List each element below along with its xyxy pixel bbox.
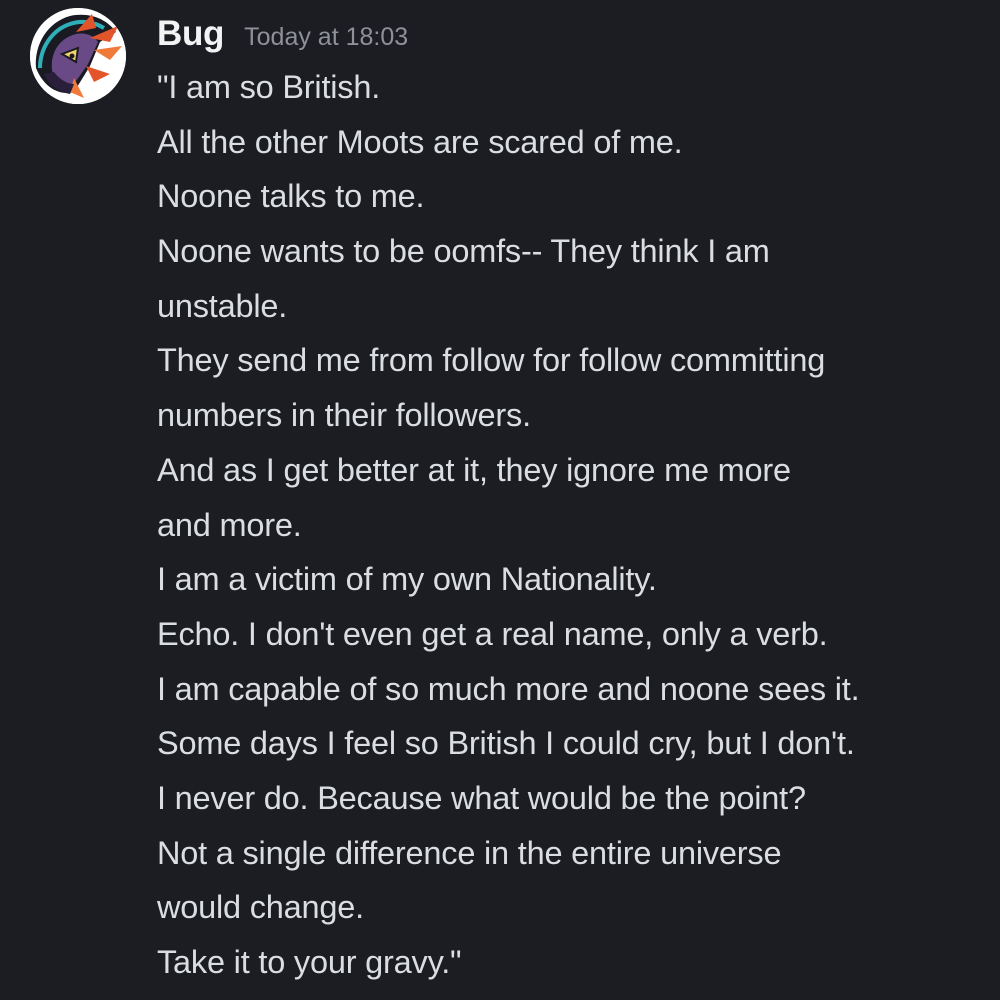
message-line: I am capable of so much more and noone s… bbox=[157, 670, 860, 707]
user-avatar[interactable] bbox=[30, 8, 126, 104]
message-header: Bug Today at 18:03 bbox=[157, 14, 408, 64]
message-line: and more. bbox=[157, 506, 302, 543]
message-line: numbers in their followers. bbox=[157, 397, 531, 434]
message-line: Not a single difference in the entire un… bbox=[157, 834, 782, 871]
bug-avatar-icon bbox=[30, 8, 126, 104]
chat-message: Bug Today at 18:03 "I am so British. All… bbox=[0, 0, 1000, 1000]
message-line: Some days I feel so British I could cry,… bbox=[157, 725, 855, 762]
message-line: would change. bbox=[157, 889, 364, 926]
message-line: They send me from follow for follow comm… bbox=[157, 342, 826, 379]
message-line: I am a victim of my own Nationality. bbox=[157, 561, 657, 598]
message-line: I never do. Because what would be the po… bbox=[157, 779, 806, 816]
message-line: unstable. bbox=[157, 287, 288, 324]
message-line: Echo. I don't even get a real name, only… bbox=[157, 615, 828, 652]
username[interactable]: Bug bbox=[157, 14, 224, 54]
message-line: Noone talks to me. bbox=[157, 178, 425, 215]
message-line: Noone wants to be oomfs-- They think I a… bbox=[157, 233, 770, 270]
timestamp: Today at 18:03 bbox=[244, 23, 409, 51]
message-line: And as I get better at it, they ignore m… bbox=[157, 451, 791, 488]
message-content: "I am so British. All the other Moots ar… bbox=[157, 60, 987, 990]
message-line: "I am so British. bbox=[157, 69, 381, 105]
message-line: Take it to your gravy." bbox=[157, 944, 462, 980]
message-line: All the other Moots are scared of me. bbox=[157, 123, 683, 160]
